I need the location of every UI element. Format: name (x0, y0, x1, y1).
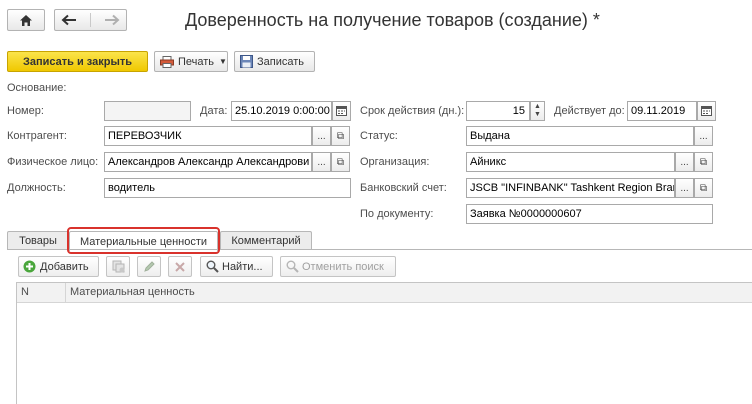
delete-icon (175, 261, 185, 272)
person-label: Физическое лицо: (7, 156, 99, 168)
counterparty-input[interactable]: ПЕРЕВОЗЧИК (104, 126, 312, 146)
number-label: Номер: (7, 105, 44, 117)
calendar-icon (701, 106, 712, 116)
date-label: Дата: (200, 105, 228, 117)
date-calendar-button[interactable] (332, 101, 351, 121)
counterparty-label: Контрагент: (7, 130, 67, 142)
table: N Материальная ценность (16, 282, 752, 404)
column-header-n[interactable]: N (21, 286, 29, 298)
tab-comment[interactable]: Комментарий (220, 231, 312, 250)
validity-input[interactable]: 15 (466, 101, 530, 121)
arrow-left-icon (61, 14, 77, 26)
validity-label: Срок действия (дн.): (360, 105, 465, 117)
save-label: Записать (257, 55, 305, 68)
bank-account-input[interactable]: JSCB "INFINBANK" Tashkent Region Brar (466, 178, 675, 198)
printer-icon (160, 55, 174, 68)
edit-button[interactable] (137, 256, 161, 277)
document-label: По документу: (360, 208, 434, 220)
valid-until-label: Действует до: (554, 105, 625, 117)
cancel-search-button[interactable]: Отменить поиск (280, 256, 396, 277)
bank-account-open-button[interactable]: ⧉ (694, 178, 713, 198)
basis-label: Основание: (7, 82, 67, 94)
organization-select-button[interactable]: ... (675, 152, 694, 172)
organization-label: Организация: (360, 156, 430, 168)
back-button[interactable] (61, 14, 77, 26)
counterparty-open-button[interactable]: ⧉ (331, 126, 350, 146)
position-input[interactable]: водитель (104, 178, 351, 198)
person-input[interactable]: Александров Александр Александрови (104, 152, 312, 172)
floppy-icon (240, 55, 253, 68)
chevron-down-icon[interactable]: ▼ (534, 111, 541, 119)
person-open-button[interactable]: ⧉ (331, 152, 350, 172)
home-button[interactable] (7, 9, 45, 31)
chevron-down-icon: ▼ (219, 57, 227, 66)
add-icon (23, 260, 36, 273)
organization-open-button[interactable]: ⧉ (694, 152, 713, 172)
chevron-up-icon[interactable]: ▲ (534, 103, 541, 111)
pencil-icon (144, 260, 155, 272)
home-icon (20, 14, 32, 26)
person-select-button[interactable]: ... (312, 152, 331, 172)
copy-icon (112, 260, 124, 273)
calendar-icon (336, 106, 347, 116)
status-input[interactable]: Выдана (466, 126, 694, 146)
cancel-search-label: Отменить поиск (302, 260, 384, 273)
number-input[interactable] (104, 101, 191, 121)
print-button[interactable]: Печать ▼ (154, 51, 228, 72)
find-label: Найти... (222, 260, 263, 273)
column-header-material-value[interactable]: Материальная ценность (70, 286, 195, 298)
search-icon (206, 260, 219, 273)
valid-until-input[interactable]: 09.11.2019 (627, 101, 697, 121)
status-select-button[interactable]: ... (694, 126, 713, 146)
window-title: Доверенность на получение товаров (созда… (185, 10, 600, 30)
add-button[interactable]: Добавить (18, 256, 99, 277)
nav-buttons (54, 9, 127, 31)
status-label: Статус: (360, 130, 398, 142)
valid-until-calendar-button[interactable] (697, 101, 716, 121)
save-close-button[interactable]: Записать и закрыть (7, 51, 148, 72)
tab-highlight (67, 227, 220, 254)
add-label: Добавить (40, 260, 89, 273)
organization-input[interactable]: Айникс (466, 152, 675, 172)
bank-account-label: Банковский счет: (360, 182, 447, 194)
forward-button[interactable] (104, 14, 120, 26)
date-input[interactable]: 25.10.2019 0:00:00 (231, 101, 332, 121)
arrow-right-icon (104, 14, 120, 26)
position-label: Должность: (7, 182, 66, 194)
copy-button[interactable] (106, 256, 130, 277)
document-link[interactable]: Заявка №0000000607 (466, 204, 713, 224)
tab-goods[interactable]: Товары (7, 231, 69, 250)
cancel-search-icon (286, 260, 299, 273)
bank-account-select-button[interactable]: ... (675, 178, 694, 198)
save-button[interactable]: Записать (234, 51, 315, 72)
delete-button[interactable] (168, 256, 192, 277)
print-label: Печать (178, 55, 215, 68)
validity-stepper[interactable]: ▲ ▼ (530, 101, 545, 121)
counterparty-select-button[interactable]: ... (312, 126, 331, 146)
table-header: N Материальная ценность (17, 283, 752, 303)
find-button[interactable]: Найти... (200, 256, 273, 277)
